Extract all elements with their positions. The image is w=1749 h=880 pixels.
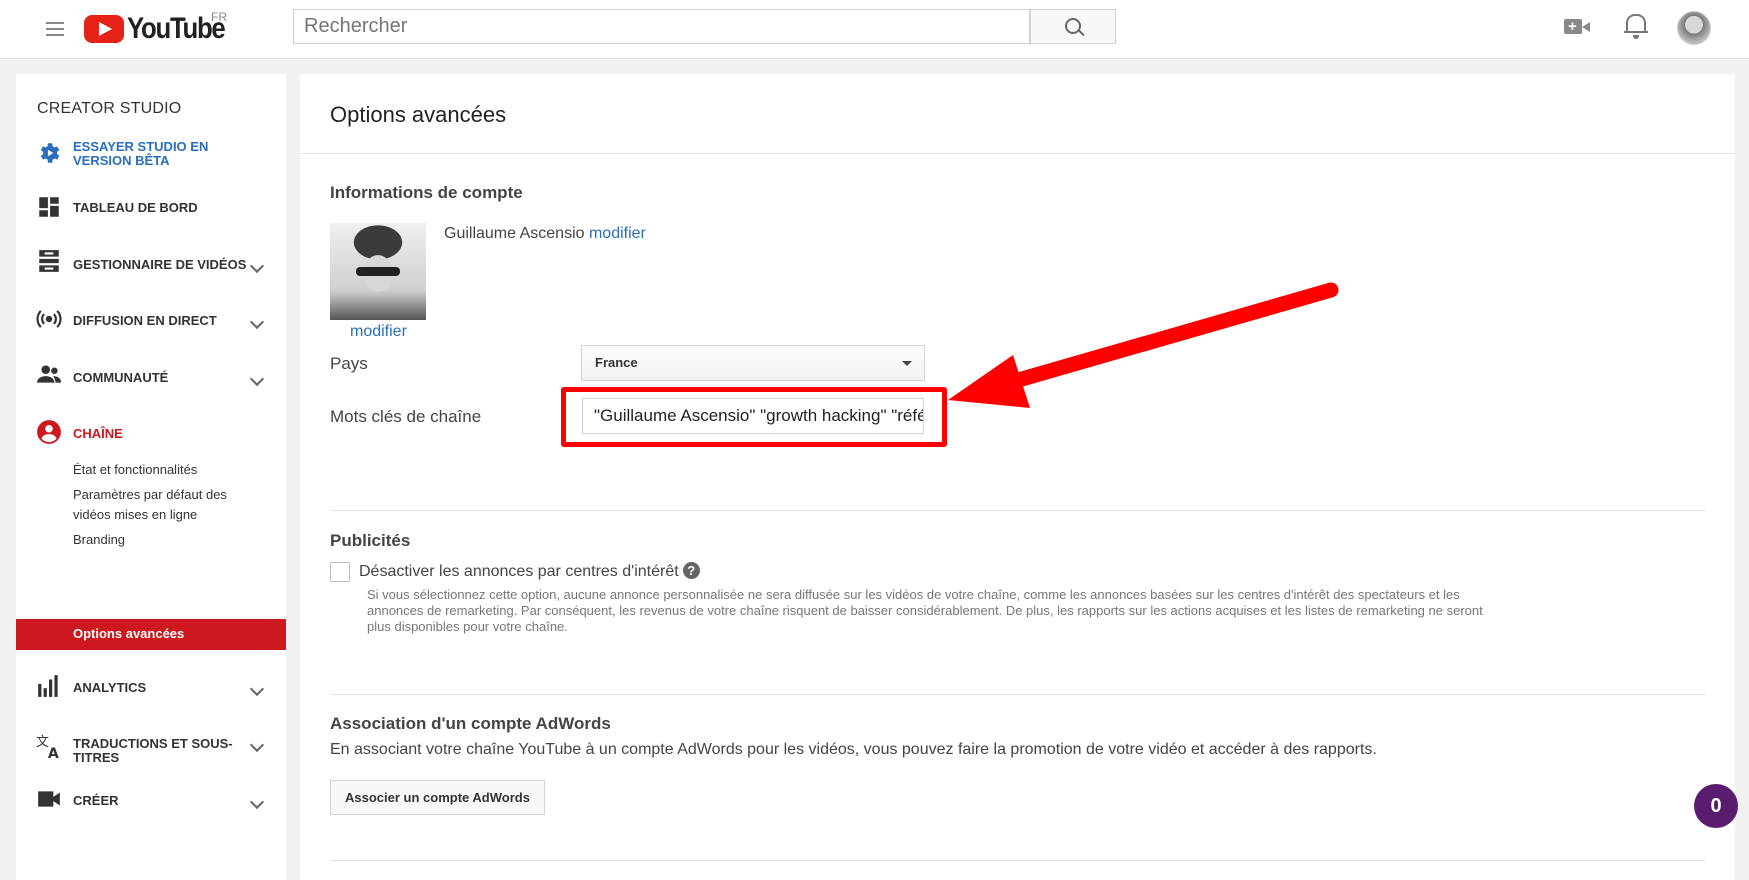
notification-badge[interactable]: 0 xyxy=(1694,784,1738,828)
annotation-arrow xyxy=(948,282,1339,408)
